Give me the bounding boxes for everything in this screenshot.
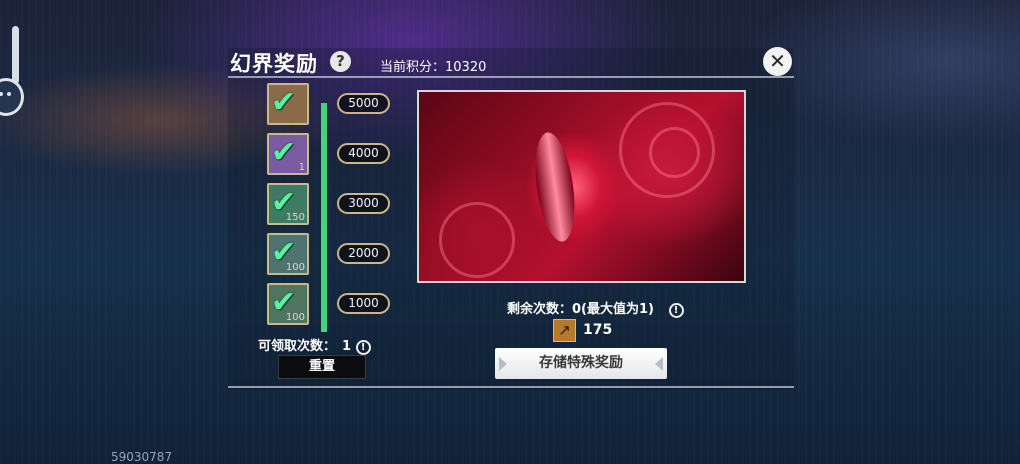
reward-quantity: 100 [285, 312, 305, 323]
bottom-divider [228, 386, 794, 388]
special-reward-artwork [417, 90, 746, 283]
claims-value: 1 [342, 339, 352, 354]
player-uid: 59030787 [111, 450, 173, 464]
currency-icon: ↗ [553, 319, 576, 342]
reward-slot[interactable]: ✔ 100 [267, 283, 309, 325]
side-scroll-handle[interactable] [12, 26, 19, 84]
art-swirl [649, 127, 700, 178]
remaining-label: 剩余次数：0(最大值为1) [507, 302, 654, 317]
reward-slot[interactable]: ✔ 1 [267, 133, 309, 175]
threshold-pill: 4000 [337, 143, 390, 164]
eye-dot [0, 92, 3, 96]
store-special-reward-button[interactable]: 存储特殊奖励 [495, 348, 667, 379]
help-icon[interactable]: ? [330, 51, 351, 72]
close-button[interactable]: ✕ [763, 47, 792, 76]
progress-track [321, 103, 327, 332]
check-icon: ✔ [271, 85, 297, 120]
reward-slot[interactable]: ✔ [267, 83, 309, 125]
score-value: 10320 [445, 60, 487, 75]
threshold-pill: 2000 [337, 243, 390, 264]
reward-quantity: 1 [298, 162, 305, 173]
threshold-pill: 5000 [337, 93, 390, 114]
remaining-count: 剩余次数：0(最大值为1) ! [507, 298, 684, 318]
reset-button[interactable]: 重置 [278, 355, 366, 379]
reward-slot[interactable]: ✔ 150 [267, 183, 309, 225]
title-divider [228, 76, 794, 78]
current-score: 当前积分：10320 [380, 56, 486, 75]
threshold-pill: 1000 [337, 293, 390, 314]
info-icon[interactable]: ! [668, 303, 684, 318]
panel-title: 幻界奖励 [230, 52, 318, 76]
dragon-eye [529, 130, 581, 244]
reward-quantity: 100 [285, 262, 305, 273]
info-icon[interactable]: ! [355, 340, 371, 355]
score-label: 当前积分： [380, 60, 446, 75]
currency-amount: 175 [583, 322, 613, 338]
claims-label: 可领取次数： [258, 339, 337, 354]
check-icon: ✔ [271, 135, 297, 170]
art-swirl [439, 202, 515, 278]
threshold-pill: 3000 [337, 193, 390, 214]
reward-quantity: 150 [285, 212, 305, 223]
eye-dot [7, 92, 11, 96]
reward-slot[interactable]: ✔ 100 [267, 233, 309, 275]
claims-row: 可领取次数： 1 ! [258, 335, 371, 355]
